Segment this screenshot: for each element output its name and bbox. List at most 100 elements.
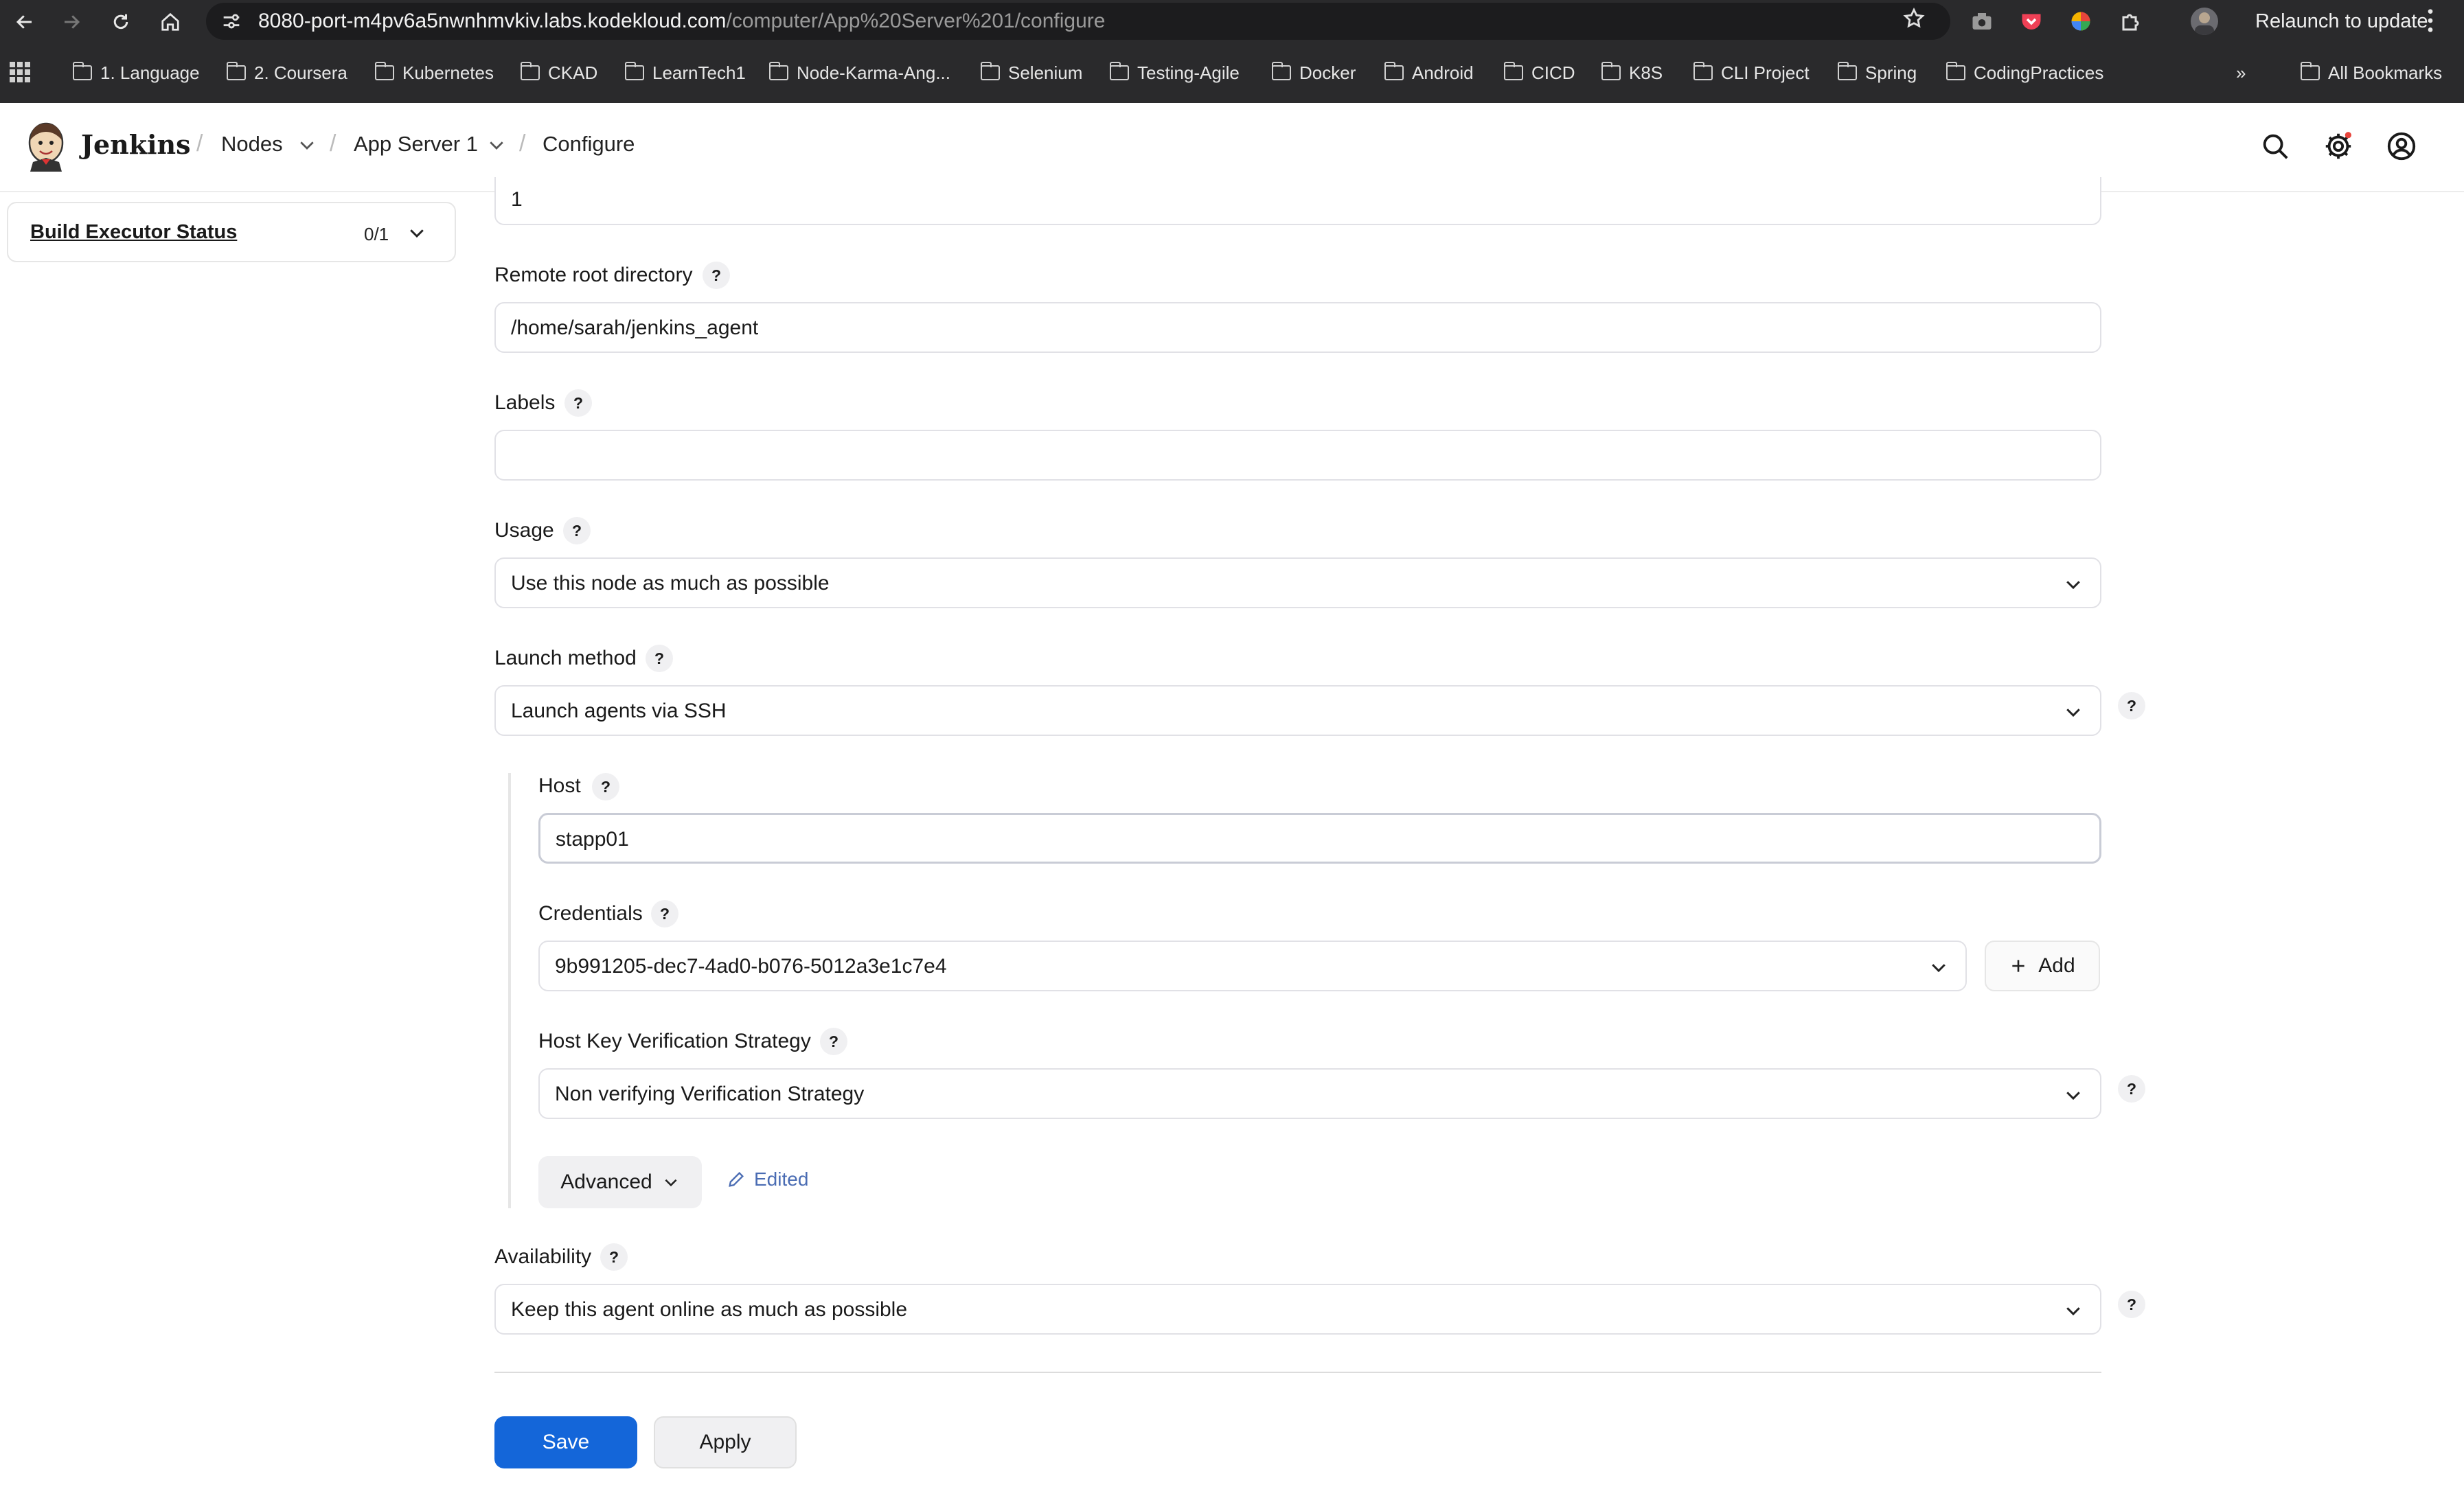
relaunch-to-update-button[interactable]: Relaunch to update [2246, 4, 2438, 38]
help-icon[interactable]: ? [820, 1028, 847, 1055]
jenkins-logo-icon[interactable] [25, 119, 67, 172]
apps-grid-icon[interactable] [10, 62, 30, 82]
executors-field[interactable]: 1 [494, 177, 2101, 225]
help-icon[interactable]: ? [563, 517, 591, 544]
build-executor-status-card: Build Executor Status 0/1 [7, 202, 456, 262]
breadcrumb-separator: / [519, 130, 526, 157]
host-key-select[interactable]: Non verifying Verification Strategy [538, 1068, 2101, 1119]
breadcrumb-app-server-1[interactable]: App Server 1 [354, 132, 478, 157]
save-button[interactable]: Save [494, 1416, 637, 1468]
color-extension-icon[interactable] [2068, 9, 2093, 34]
add-label: Add [2038, 954, 2075, 977]
breadcrumb-separator: / [330, 130, 336, 157]
search-icon[interactable] [2259, 130, 2291, 162]
puzzle-extensions-icon[interactable] [2119, 9, 2144, 34]
bookmark-folder[interactable]: CodingPractices [1946, 59, 2103, 87]
host-input[interactable]: stapp01 [538, 813, 2101, 864]
jenkins-title[interactable]: Jenkins [81, 129, 191, 160]
pocket-extension-icon[interactable] [2019, 9, 2044, 34]
chevron-down-icon [2063, 702, 2084, 722]
folder-icon [624, 62, 644, 80]
bookmark-folder[interactable]: CKAD [520, 59, 598, 87]
help-icon[interactable]: ? [2118, 1075, 2145, 1103]
help-icon[interactable]: ? [2118, 692, 2145, 719]
forward-icon[interactable] [56, 7, 87, 37]
remote-root-label: Remote root directory [494, 264, 693, 286]
bookmark-folder[interactable]: 2. Coursera [226, 59, 347, 87]
chevron-down-icon [2063, 1300, 2084, 1321]
bookmark-label: 1. Language [100, 62, 200, 83]
url-path: /computer/App%20Server%201/configure [726, 10, 1106, 32]
add-credentials-button[interactable]: Add [1985, 941, 2100, 991]
all-bookmarks-folder[interactable]: All Bookmarks [2300, 59, 2443, 87]
bookmark-folder[interactable]: CLI Project [1693, 59, 1810, 87]
breadcrumb-nodes[interactable]: Nodes [221, 132, 283, 157]
bookmark-folder[interactable]: Spring [1837, 59, 1917, 87]
bookmark-folder[interactable]: CICD [1503, 59, 1575, 87]
bookmark-folder[interactable]: LearnTech1 [624, 59, 746, 87]
bookmark-folder[interactable]: Android [1384, 59, 1474, 87]
address-bar[interactable]: 8080-port-m4pv6a5nwnhmvkiv.labs.kodeklou… [206, 3, 1950, 40]
folder-icon [72, 62, 92, 80]
help-icon[interactable]: ? [646, 645, 673, 672]
build-executor-status-link[interactable]: Build Executor Status [30, 221, 237, 244]
launch-method-select[interactable]: Launch agents via SSH [494, 685, 2101, 736]
help-icon[interactable]: ? [592, 773, 619, 800]
chevron-down-icon[interactable] [297, 135, 317, 155]
help-icon[interactable]: ? [703, 262, 730, 289]
back-icon[interactable] [10, 7, 40, 37]
folder-icon [768, 62, 788, 80]
camera-extension-icon[interactable] [1970, 9, 1994, 34]
chevron-down-icon [2063, 574, 2084, 595]
all-bookmarks-label: All Bookmarks [2328, 62, 2443, 83]
help-icon[interactable]: ? [600, 1243, 628, 1271]
bookmark-label: CodingPractices [1974, 62, 2104, 83]
bookmark-label: Android [1412, 62, 1474, 83]
help-icon[interactable]: ? [564, 389, 592, 417]
gear-icon[interactable] [2323, 130, 2354, 162]
bookmark-folder[interactable]: Docker [1271, 59, 1356, 87]
folder-icon [1837, 62, 1857, 80]
browser-menu-icon[interactable] [2426, 7, 2435, 41]
edited-label: Edited [754, 1168, 809, 1190]
bookmarks-overflow-icon[interactable]: » [2236, 59, 2246, 87]
site-info-icon[interactable] [220, 10, 243, 33]
bookmark-label: CKAD [548, 62, 598, 83]
browser-toolbar: 8080-port-m4pv6a5nwnhmvkiv.labs.kodeklou… [0, 0, 2464, 43]
remote-root-value: /home/sarah/jenkins_agent [511, 316, 759, 339]
home-icon[interactable] [155, 7, 185, 37]
usage-select[interactable]: Use this node as much as possible [494, 557, 2101, 608]
folder-icon [1601, 62, 1621, 80]
executor-count: 0/1 [364, 224, 389, 244]
labels-input[interactable] [494, 430, 2101, 481]
host-key-value: Non verifying Verification Strategy [555, 1083, 865, 1105]
chevron-down-icon[interactable] [407, 222, 427, 243]
advanced-button[interactable]: Advanced [538, 1156, 702, 1208]
bookmark-folder[interactable]: Node-Karma-Ang... [768, 59, 950, 87]
availability-select[interactable]: Keep this agent online as much as possib… [494, 1284, 2101, 1335]
host-key-label: Host Key Verification Strategy [538, 1030, 811, 1052]
apply-button[interactable]: Apply [654, 1416, 797, 1468]
folder-icon [1693, 62, 1713, 80]
chevron-down-icon[interactable] [486, 135, 507, 155]
bookmark-folder[interactable]: Testing-Agile [1109, 59, 1240, 87]
credentials-select[interactable]: 9b991205-dec7-4ad0-b076-5012a3e1c7e4 [538, 941, 1967, 991]
user-account-icon[interactable] [2386, 130, 2417, 162]
folder-icon [374, 62, 394, 80]
bookmark-folder[interactable]: 1. Language [72, 59, 200, 87]
chevron-down-icon [2063, 1085, 2084, 1105]
bookmark-folder[interactable]: K8S [1601, 59, 1663, 87]
bookmark-folder[interactable]: Kubernetes [374, 59, 494, 87]
help-icon[interactable]: ? [2118, 1291, 2145, 1318]
remote-root-input[interactable]: /home/sarah/jenkins_agent [494, 302, 2101, 353]
bookmark-folder[interactable]: Selenium [980, 59, 1082, 87]
launch-method-label: Launch method [494, 647, 637, 669]
help-icon[interactable]: ? [651, 900, 678, 927]
profile-avatar[interactable] [2191, 8, 2218, 35]
breadcrumb-configure: Configure [543, 132, 635, 156]
folder-icon [520, 62, 540, 80]
reload-icon[interactable] [106, 7, 136, 37]
executors-value: 1 [511, 188, 523, 211]
folder-icon [1271, 62, 1291, 80]
bookmark-label: Docker [1299, 62, 1356, 83]
